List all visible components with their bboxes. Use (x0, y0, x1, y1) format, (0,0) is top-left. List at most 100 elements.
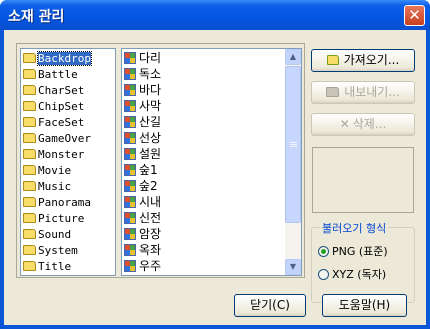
image-file-icon (124, 228, 136, 240)
folder-list-item[interactable]: Monster (23, 147, 84, 163)
file-label: 다리 (139, 51, 162, 65)
file-list-scrollbar[interactable]: ▲ ▼ (285, 49, 301, 275)
file-list-item[interactable]: 신전 (124, 210, 161, 226)
folder-icon (23, 101, 36, 111)
file-list-item[interactable]: 산길 (124, 114, 161, 130)
image-file-icon (124, 52, 136, 64)
folder-label: Title (38, 260, 72, 273)
scroll-thumb[interactable] (285, 66, 301, 223)
folder-label: Movie (38, 164, 72, 177)
folder-icon (23, 165, 36, 175)
image-file-icon (124, 132, 136, 144)
image-file-icon (124, 84, 136, 96)
image-file-icon (124, 196, 136, 208)
preview-box (312, 147, 414, 213)
folder-icon (23, 117, 36, 127)
import-format-legend: 불러오기 형식 (320, 220, 389, 236)
file-list-item[interactable]: 숲1 (124, 162, 158, 178)
file-label: 신전 (139, 211, 162, 225)
folder-list-item[interactable]: ChipSet (23, 99, 84, 115)
file-list-item[interactable]: 사막 (124, 98, 161, 114)
folder-list-item[interactable]: Sound (23, 227, 71, 243)
folder-icon (23, 213, 36, 223)
folder-list-item[interactable]: CharSet (23, 83, 84, 99)
folder-label: GameOver (38, 132, 91, 145)
folder-icon (23, 85, 36, 95)
dialog-window: 소재 관리 ✕ Backdrop Battle CharSet ChipSet Face… (0, 0, 430, 329)
window-title: 소재 관리 (8, 9, 65, 25)
folder-label: Monster (38, 148, 85, 161)
folder-label: Panorama (38, 196, 91, 209)
file-label: 산길 (139, 115, 162, 129)
file-list-item[interactable]: 시내 (124, 194, 161, 210)
scroll-down-icon[interactable]: ▼ (285, 259, 301, 275)
file-list-item[interactable]: 바다 (124, 82, 161, 98)
export-folder-icon (326, 82, 341, 103)
delete-x-icon: ✕ (339, 117, 350, 131)
folder-list-item[interactable]: Backdrop (23, 51, 92, 67)
folder-icon (23, 229, 36, 239)
folder-icon (23, 245, 36, 255)
help-button[interactable]: 도움말(H) (322, 294, 407, 317)
file-list-item[interactable]: 암장 (124, 226, 161, 242)
file-label: 숲1 (139, 163, 158, 177)
folder-icon (23, 197, 36, 207)
folder-label: Battle (38, 68, 78, 81)
export-button[interactable]: 내보내기... (311, 81, 415, 104)
file-list-item[interactable]: 우주 (124, 258, 161, 274)
folder-icon (23, 69, 36, 79)
folder-list-item[interactable]: GameOver (23, 131, 91, 147)
export-button-label: 내보내기... (344, 85, 400, 99)
folder-list-item[interactable]: Battle (23, 67, 78, 83)
file-label: 선상 (139, 131, 162, 145)
close-button[interactable]: 닫기(C) (234, 294, 306, 317)
delete-button[interactable]: ✕ 삭제... (311, 113, 415, 136)
dialog-client-area: Backdrop Battle CharSet ChipSet FaceSet GameO… (4, 30, 426, 325)
folder-icon (23, 53, 36, 63)
file-list-item[interactable]: 다리 (124, 50, 161, 66)
folder-label: Picture (38, 212, 85, 225)
folder-list-item[interactable]: Music (23, 179, 71, 195)
file-label: 사막 (139, 99, 162, 113)
folder-icon (23, 133, 36, 143)
file-label: 설원 (139, 147, 162, 161)
import-format-group: 불러오기 형식 PNG (표준) XYZ (독자) (311, 220, 415, 303)
import-button-label: 가져오기... (343, 53, 400, 67)
folder-list-item[interactable]: Title (23, 259, 71, 275)
folder-list-item[interactable]: FaceSet (23, 115, 84, 131)
file-list-item[interactable]: 숲2 (124, 178, 158, 194)
file-list-item[interactable]: 옥좌 (124, 242, 161, 258)
image-file-icon (124, 244, 136, 256)
radio-xyz-label: XYZ (독자) (332, 268, 387, 281)
image-file-icon (124, 100, 136, 112)
file-list-item[interactable]: 선상 (124, 130, 161, 146)
folder-label: System (38, 244, 78, 257)
folder-list-item[interactable]: Panorama (23, 195, 91, 211)
folder-list-item[interactable]: Movie (23, 163, 71, 179)
folder-label: Music (38, 180, 72, 193)
file-label: 우주 (139, 259, 162, 273)
file-list[interactable]: 우주 옥좌 암장 신전 시내 숲2 숲1 설원 선상 산길 사막 바다 독소 다리 ▲ ▼ (121, 48, 302, 276)
close-icon[interactable]: ✕ (404, 5, 425, 26)
file-label: 숲2 (139, 179, 158, 193)
image-file-icon (124, 148, 136, 160)
folder-list-item[interactable]: Picture (23, 211, 84, 227)
file-list-item[interactable]: 독소 (124, 66, 161, 82)
title-bar[interactable]: 소재 관리 ✕ (0, 0, 430, 30)
radio-xyz[interactable]: XYZ (독자) (318, 266, 386, 282)
file-label: 옥좌 (139, 243, 162, 257)
radio-png-dot[interactable] (318, 246, 329, 257)
file-label: 독소 (139, 67, 162, 81)
folder-label: ChipSet (38, 100, 85, 113)
radio-png[interactable]: PNG (표준) (318, 243, 388, 259)
folder-icon (23, 181, 36, 191)
image-file-icon (124, 116, 136, 128)
file-list-item[interactable]: 설원 (124, 146, 161, 162)
import-button[interactable]: 가져오기... (311, 49, 415, 72)
scroll-up-icon[interactable]: ▲ (285, 49, 301, 65)
radio-xyz-dot[interactable] (318, 269, 329, 280)
image-file-icon (124, 68, 136, 80)
folder-list[interactable]: Backdrop Battle CharSet ChipSet FaceSet GameO… (20, 48, 116, 276)
folder-list-item[interactable]: System (23, 243, 78, 259)
image-file-icon (124, 180, 136, 192)
